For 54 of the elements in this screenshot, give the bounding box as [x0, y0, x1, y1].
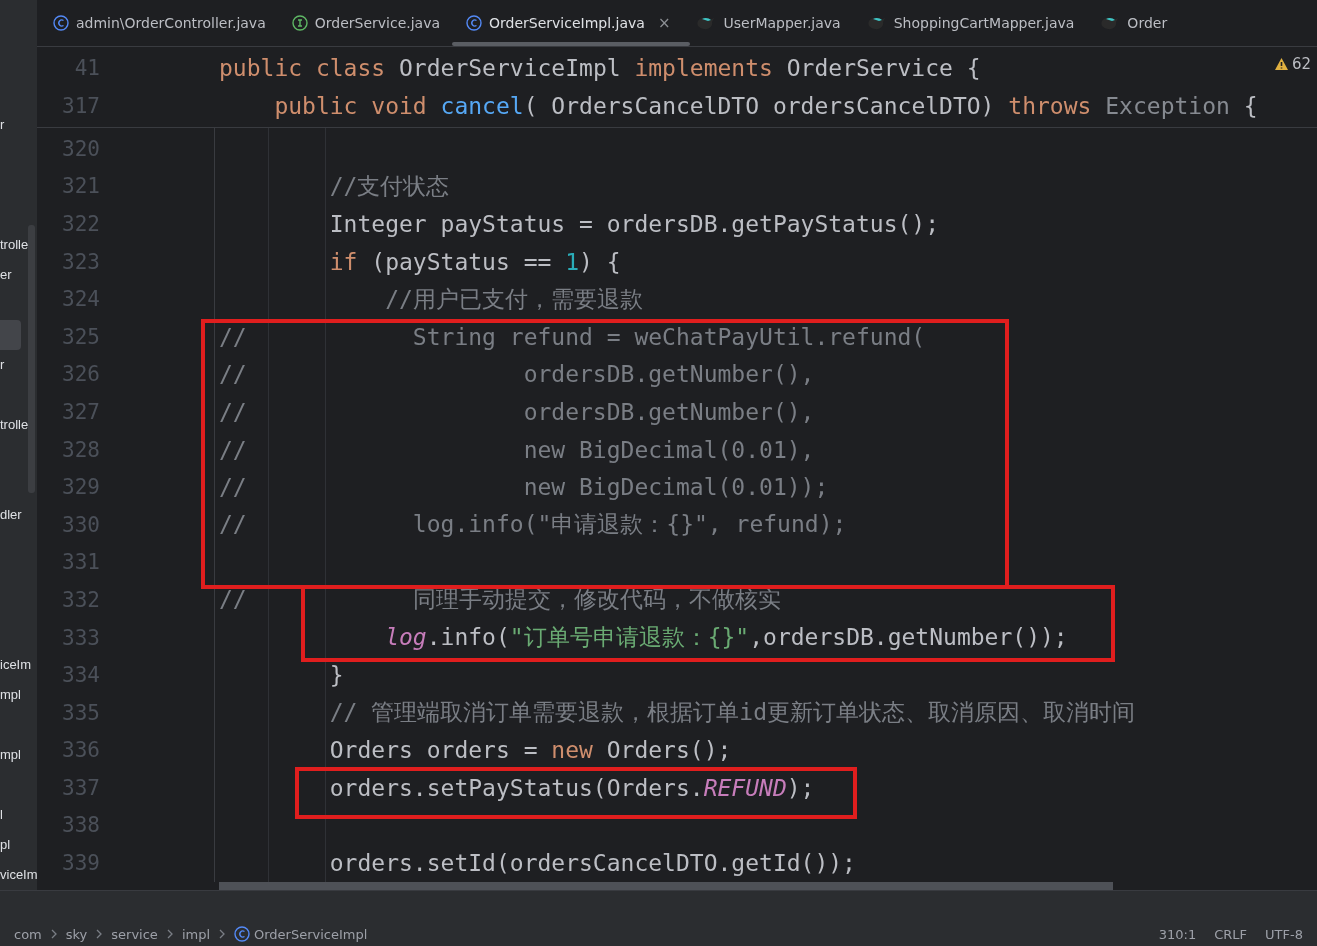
selected-tree-row[interactable]	[0, 320, 21, 350]
interface-icon	[291, 15, 308, 31]
tree-item[interactable]: mpl	[0, 687, 21, 703]
tree-item[interactable]: trolle	[0, 417, 29, 433]
code-line: //支付状态	[328, 171, 450, 201]
code-line: Orders orders = new Orders();	[328, 737, 732, 764]
code-line: // new BigDecimal(0.01));	[219, 474, 829, 501]
chevron-icon	[95, 929, 104, 939]
class-icon	[53, 15, 69, 31]
tree-item[interactable]: trolle	[0, 237, 29, 253]
tree-item[interactable]: r	[0, 357, 5, 373]
code-line: // String refund = weChatPayUtil.refund(	[219, 323, 926, 350]
code-line: // ordersDB.getNumber(),	[219, 361, 815, 388]
code-line: public void cancel( OrdersCancelDTO ordersCancelDTO) throws Exception {	[273, 93, 1258, 119]
status-item[interactable]: UTF-8	[1265, 926, 1303, 942]
class-icon	[466, 15, 483, 31]
class-icon	[234, 926, 250, 942]
code-line: // 管理端取消订单需要退款，根据订单id更新订单状态、取消原因、取消时间	[328, 698, 1135, 728]
code-line: Integer payStatus = ordersDB.getPayStatus();	[328, 211, 940, 237]
code-line: log.info("订单号申请退款：{}",ordersDB.getNumber());	[384, 623, 1068, 652]
code-line: orders.setPayStatus(Orders.REFUND);	[328, 774, 815, 801]
breadcrumb[interactable]: impl	[181, 926, 210, 942]
breadcrumb[interactable]: OrderServiceImpl	[234, 926, 368, 942]
warning-icon	[1273, 57, 1289, 71]
chevron-icon	[165, 929, 174, 939]
bird-icon	[696, 15, 717, 31]
code-line: }	[328, 662, 344, 689]
code-line: if (payStatus == 1) {	[328, 248, 621, 275]
breadcrumb[interactable]: com	[14, 926, 42, 942]
chevron-icon	[218, 929, 226, 939]
bird-icon	[1100, 15, 1121, 31]
tree-item[interactable]: dler	[0, 507, 22, 523]
tree-item[interactable]: r	[0, 117, 5, 133]
code-line: // log.info("申请退款：{}", refund);	[219, 510, 847, 540]
tree-item[interactable]: l	[0, 807, 3, 823]
tree-item[interactable]: viceIm	[0, 867, 37, 883]
tree-item[interactable]: pl	[0, 837, 11, 853]
breadcrumb[interactable]: sky	[65, 926, 88, 942]
code-line: orders.setId(ordersCancelDTO.getId());	[328, 850, 856, 877]
scrollbar[interactable]	[219, 881, 1113, 890]
code-line: // ordersDB.getNumber(),	[219, 398, 815, 425]
close-icon[interactable]: ×	[657, 14, 671, 32]
status-item[interactable]: CRLF	[1214, 926, 1248, 942]
code-line: // new BigDecimal(0.01),	[219, 436, 815, 463]
status-item[interactable]: 310:1	[1158, 926, 1197, 942]
code-line: //用户已支付，需要退款	[384, 284, 643, 314]
warning-count[interactable]: 62	[1273, 55, 1311, 73]
chevron-icon	[49, 929, 58, 939]
tree-item[interactable]: mpl	[0, 747, 21, 763]
code-line: public class OrderServiceImpl implements OrderService {	[219, 55, 981, 81]
tree-item[interactable]: er	[0, 267, 12, 283]
tree-item[interactable]: iceIm	[0, 657, 32, 673]
bird-icon	[866, 15, 887, 31]
breadcrumb[interactable]: service	[111, 926, 158, 942]
